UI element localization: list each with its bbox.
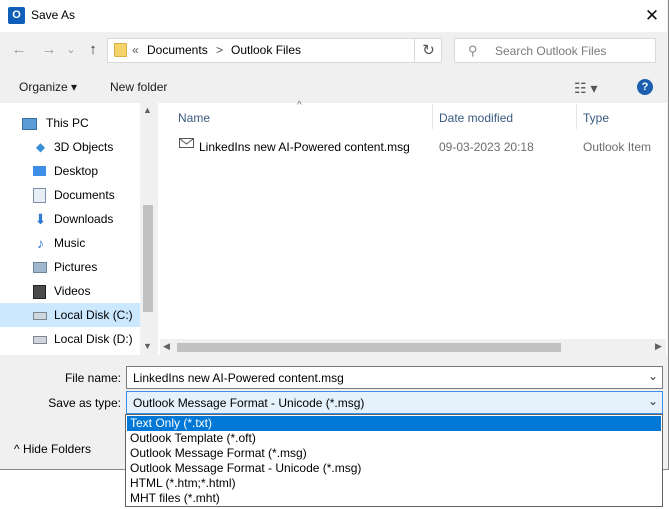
sidebar-item-label: This PC <box>46 116 89 130</box>
pictures-icon <box>33 262 47 273</box>
outlook-app-icon: O <box>8 7 25 24</box>
view-options-icon[interactable]: ☷ ▾ <box>574 80 597 97</box>
hide-folders-button[interactable]: ^ Hide Folders <box>14 442 91 456</box>
organize-menu-button[interactable]: Organize ▾ <box>19 80 77 94</box>
file-type: Outlook Item <box>583 140 652 154</box>
new-folder-button[interactable]: New folder <box>110 80 167 94</box>
column-header-type[interactable]: Type <box>583 111 609 125</box>
search-icon: ⚲ <box>468 43 478 58</box>
scroll-left-arrow-icon[interactable]: ◀ <box>163 341 170 352</box>
3d-objects-icon: ◆ <box>35 140 46 154</box>
sidebar-item-label: Local Disk (D:) <box>54 332 133 346</box>
scroll-right-arrow-icon[interactable]: ▶ <box>655 341 662 352</box>
music-icon: ♪ <box>37 235 44 251</box>
sidebar-item-label: 3D Objects <box>54 140 114 154</box>
sidebar-item-downloads[interactable]: ⬇ Downloads <box>0 207 140 231</box>
sidebar-item-label: Downloads <box>54 212 114 226</box>
sidebar-item-desktop[interactable]: Desktop <box>0 159 140 183</box>
search-placeholder: Search Outlook Files <box>495 44 607 58</box>
mail-icon <box>179 138 194 148</box>
horizontal-scrollbar-thumb[interactable] <box>177 343 561 352</box>
search-input[interactable]: ⚲ Search Outlook Files <box>454 38 656 63</box>
folder-icon <box>114 43 127 57</box>
save-as-type-dropdown: Text Only (*.txt) Outlook Template (*.of… <box>125 414 663 507</box>
breadcrumb-outlook-files[interactable]: Outlook Files <box>231 43 301 57</box>
scroll-down-arrow-icon[interactable]: ▼ <box>143 341 152 351</box>
save-as-type-label: Save as type: <box>48 396 121 410</box>
dropdown-option-html[interactable]: HTML (*.htm;*.html) <box>127 476 661 491</box>
pc-icon <box>22 118 37 130</box>
sidebar-item-pictures[interactable]: Pictures <box>0 255 140 279</box>
drive-icon <box>33 336 47 344</box>
sidebar-item-videos[interactable]: Videos <box>0 279 140 303</box>
dropdown-option-mht[interactable]: MHT files (*.mht) <box>127 491 661 506</box>
help-icon[interactable]: ? <box>637 79 653 95</box>
save-as-dialog: O Save As ✕ ← → ⌄ ↑ « Documents > Outloo… <box>0 0 669 470</box>
downloads-icon: ⬇ <box>34 211 47 227</box>
sidebar-item-this-pc[interactable]: This PC <box>0 111 140 135</box>
forward-arrow-icon[interactable]: → <box>38 39 60 61</box>
sidebar-item-label: Music <box>54 236 86 250</box>
sidebar-item-local-disk-c[interactable]: Local Disk (C:) <box>0 303 140 327</box>
videos-icon <box>33 285 46 299</box>
breadcrumb-overflow[interactable]: « <box>132 43 139 57</box>
sidebar-item-documents[interactable]: Documents <box>0 183 140 207</box>
dropdown-option-outlook-template[interactable]: Outlook Template (*.oft) <box>127 431 661 446</box>
column-divider[interactable] <box>576 104 577 129</box>
up-arrow-icon[interactable]: ↑ <box>82 39 104 61</box>
sidebar-item-label: Local Disk (C:) <box>54 308 133 322</box>
dropdown-option-outlook-message[interactable]: Outlook Message Format (*.msg) <box>127 446 661 461</box>
column-header-name[interactable]: Name <box>178 111 210 125</box>
save-as-type-value: Outlook Message Format - Unicode (*.msg) <box>133 396 365 410</box>
sort-indicator-icon: ^ <box>297 100 302 111</box>
column-header-date-modified[interactable]: Date modified <box>439 111 513 125</box>
file-date: 09-03-2023 20:18 <box>439 140 534 154</box>
refresh-icon[interactable]: ↻ <box>414 39 442 62</box>
chevron-down-icon[interactable]: ⌄ <box>648 394 658 408</box>
close-button[interactable]: ✕ <box>638 2 666 30</box>
sidebar-item-label: Pictures <box>54 260 98 274</box>
window-title: Save As <box>31 8 76 22</box>
back-arrow-icon[interactable]: ← <box>8 39 30 61</box>
breadcrumb-separator: > <box>216 43 224 57</box>
sidebar-item-label: Videos <box>54 284 91 298</box>
file-name-label: File name: <box>64 371 121 385</box>
save-as-type-select[interactable]: Outlook Message Format - Unicode (*.msg)… <box>126 391 663 414</box>
sidebar-item-music[interactable]: ♪ Music <box>0 231 140 255</box>
column-divider[interactable] <box>432 104 433 129</box>
chevron-down-icon[interactable]: ⌄ <box>648 369 658 383</box>
sidebar-item-label: Documents <box>54 188 115 202</box>
file-name-value: LinkedIns new AI-Powered content.msg <box>133 371 344 385</box>
title-bar: O Save As ✕ <box>0 0 667 32</box>
dropdown-option-outlook-message-unicode[interactable]: Outlook Message Format - Unicode (*.msg) <box>127 461 661 476</box>
file-name: LinkedIns new AI-Powered content.msg <box>199 140 410 154</box>
recent-locations-chevron-icon[interactable]: ⌄ <box>60 39 82 61</box>
dropdown-option-text-only[interactable]: Text Only (*.txt) <box>127 416 661 431</box>
sidebar-item-local-disk-d[interactable]: Local Disk (D:) <box>0 327 140 351</box>
scroll-up-arrow-icon[interactable]: ▲ <box>143 105 152 115</box>
sidebar-scrollbar-thumb[interactable] <box>143 205 153 312</box>
sidebar-item-label: Desktop <box>54 164 99 178</box>
sidebar-item-3d-objects[interactable]: ◆ 3D Objects <box>0 135 140 159</box>
drive-icon <box>33 312 47 320</box>
file-name-field[interactable]: LinkedIns new AI-Powered content.msg ⌄ <box>126 366 663 389</box>
desktop-icon <box>33 166 46 176</box>
address-bar[interactable]: « Documents > Outlook Files ↻ <box>107 38 442 63</box>
documents-icon <box>33 188 46 203</box>
breadcrumb-documents[interactable]: Documents <box>147 43 208 57</box>
